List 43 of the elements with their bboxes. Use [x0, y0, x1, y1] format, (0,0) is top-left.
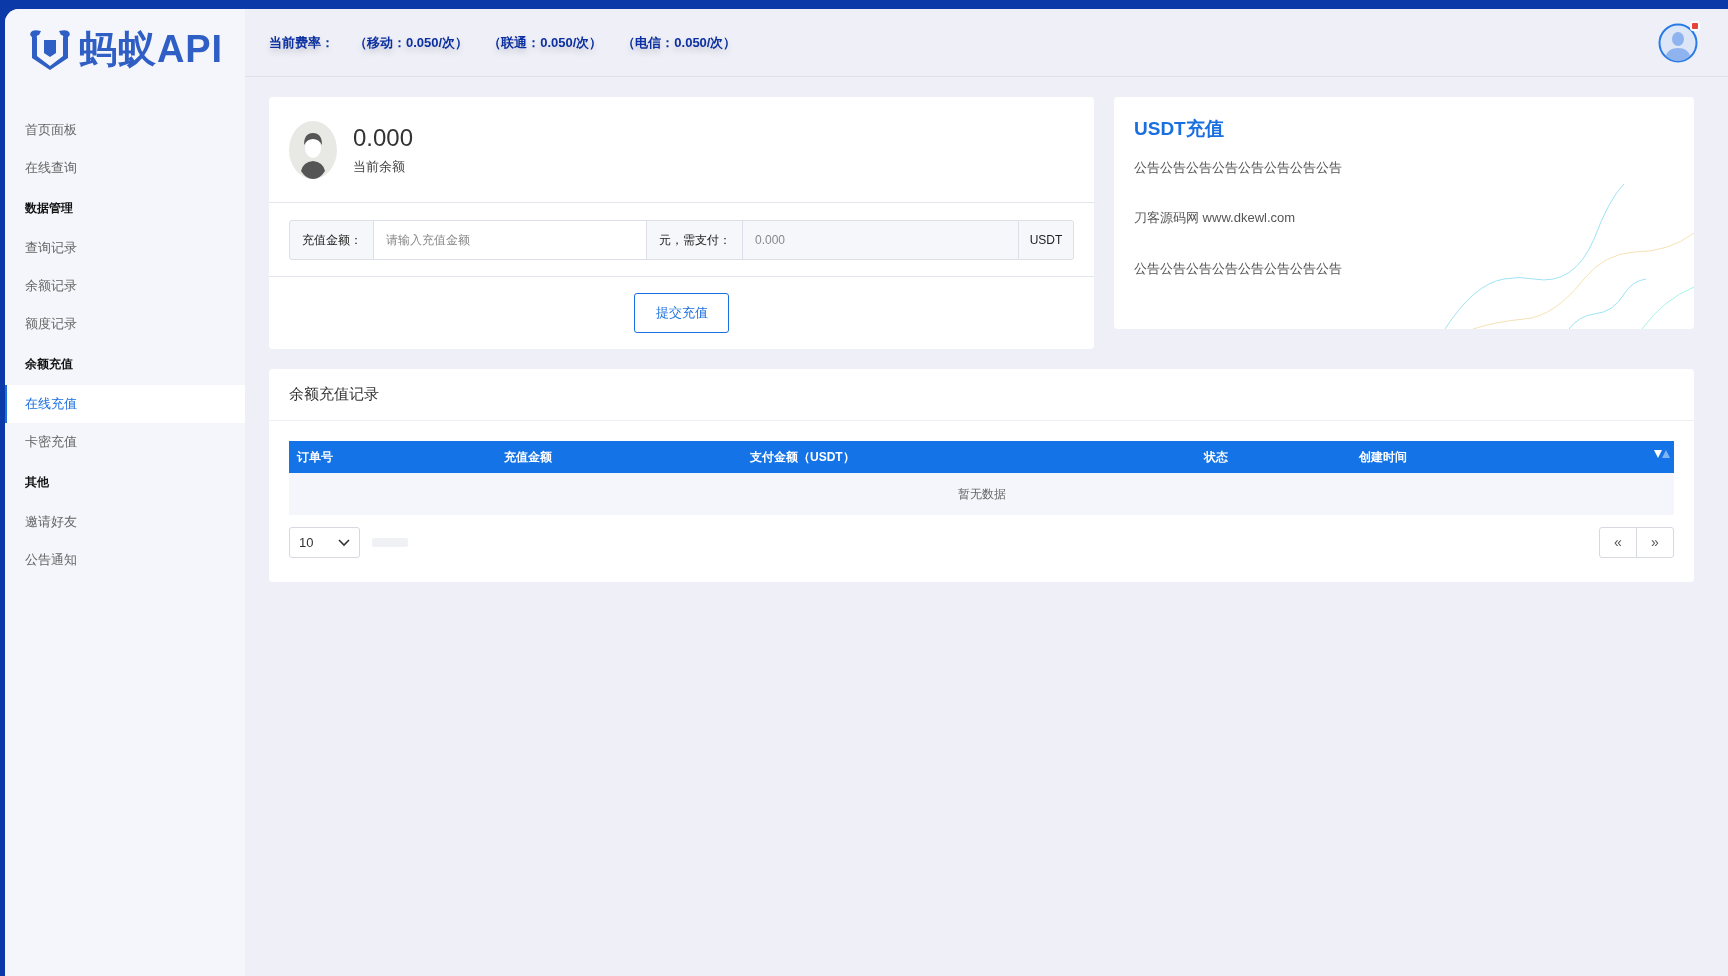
balance-label: 当前余额	[353, 157, 406, 176]
column-header: 订单号	[295, 449, 334, 466]
pay-label: 元，需支付：	[646, 219, 743, 260]
notice-text: 公告公告公告公告公告公告公告公告	[1134, 259, 1343, 278]
currency-label: USDT	[1018, 219, 1074, 260]
amount-label: 充值金额：	[289, 219, 374, 260]
sidebar-item[interactable]: 首页面板	[5, 111, 245, 149]
notice-text: 刀客源码网 www.dkewl.com	[1134, 209, 1297, 227]
rate-text: 当前费率：	[269, 33, 334, 52]
notice-title: USDT充值	[1134, 117, 1225, 141]
chevron-down-icon	[338, 538, 350, 547]
sidebar-item[interactable]: 公告通知	[5, 541, 245, 579]
column-header: 充值金额	[503, 449, 553, 466]
sidebar-item[interactable]: 余额记录	[5, 267, 245, 305]
sidebar-section-heading: 其他	[24, 474, 50, 491]
sidebar-item[interactable]: 卡密充值	[5, 423, 245, 461]
sidebar-item[interactable]: 在线查询	[5, 149, 245, 187]
pagination-button[interactable]: «	[1599, 527, 1637, 558]
sidebar-item[interactable]: 额度记录	[5, 305, 245, 343]
user-avatar-icon[interactable]	[1658, 22, 1698, 63]
rate-text: （联通：0.050/次）	[488, 33, 603, 52]
sidebar-section-heading: 余额充值	[24, 356, 74, 373]
column-header: 状态	[1202, 449, 1229, 466]
rate-text: （电信：0.050/次）	[622, 33, 737, 52]
logo-text: 蚂蚁API	[79, 30, 224, 68]
sidebar-item[interactable]: 在线充值	[5, 385, 245, 423]
page-size-select[interactable]: 10	[289, 527, 360, 558]
pay-amount-field[interactable]: 0.000	[743, 219, 1018, 260]
submit-recharge-button[interactable]: 提交充值	[634, 293, 729, 333]
amount-input[interactable]: 请输入充值金额	[374, 219, 646, 260]
column-header: 创建时间	[1358, 449, 1408, 466]
sidebar-item[interactable]: 查询记录	[5, 229, 245, 267]
records-title: 余额充值记录	[289, 384, 379, 405]
column-header: 支付金额（USDT）	[749, 449, 856, 466]
user-avatar-icon	[289, 120, 337, 179]
sidebar-section-heading: 数据管理	[24, 200, 74, 217]
empty-message: 暂无数据	[289, 473, 1674, 515]
notice-text: 公告公告公告公告公告公告公告公告	[1134, 158, 1343, 177]
sidebar-item[interactable]: 邀请好友	[5, 503, 245, 541]
pagination-button[interactable]: »	[1636, 527, 1674, 558]
balance-amount: 0.000	[353, 122, 414, 153]
rate-text: （移动：0.050/次）	[354, 33, 469, 52]
sort-icon[interactable]	[1654, 450, 1670, 459]
